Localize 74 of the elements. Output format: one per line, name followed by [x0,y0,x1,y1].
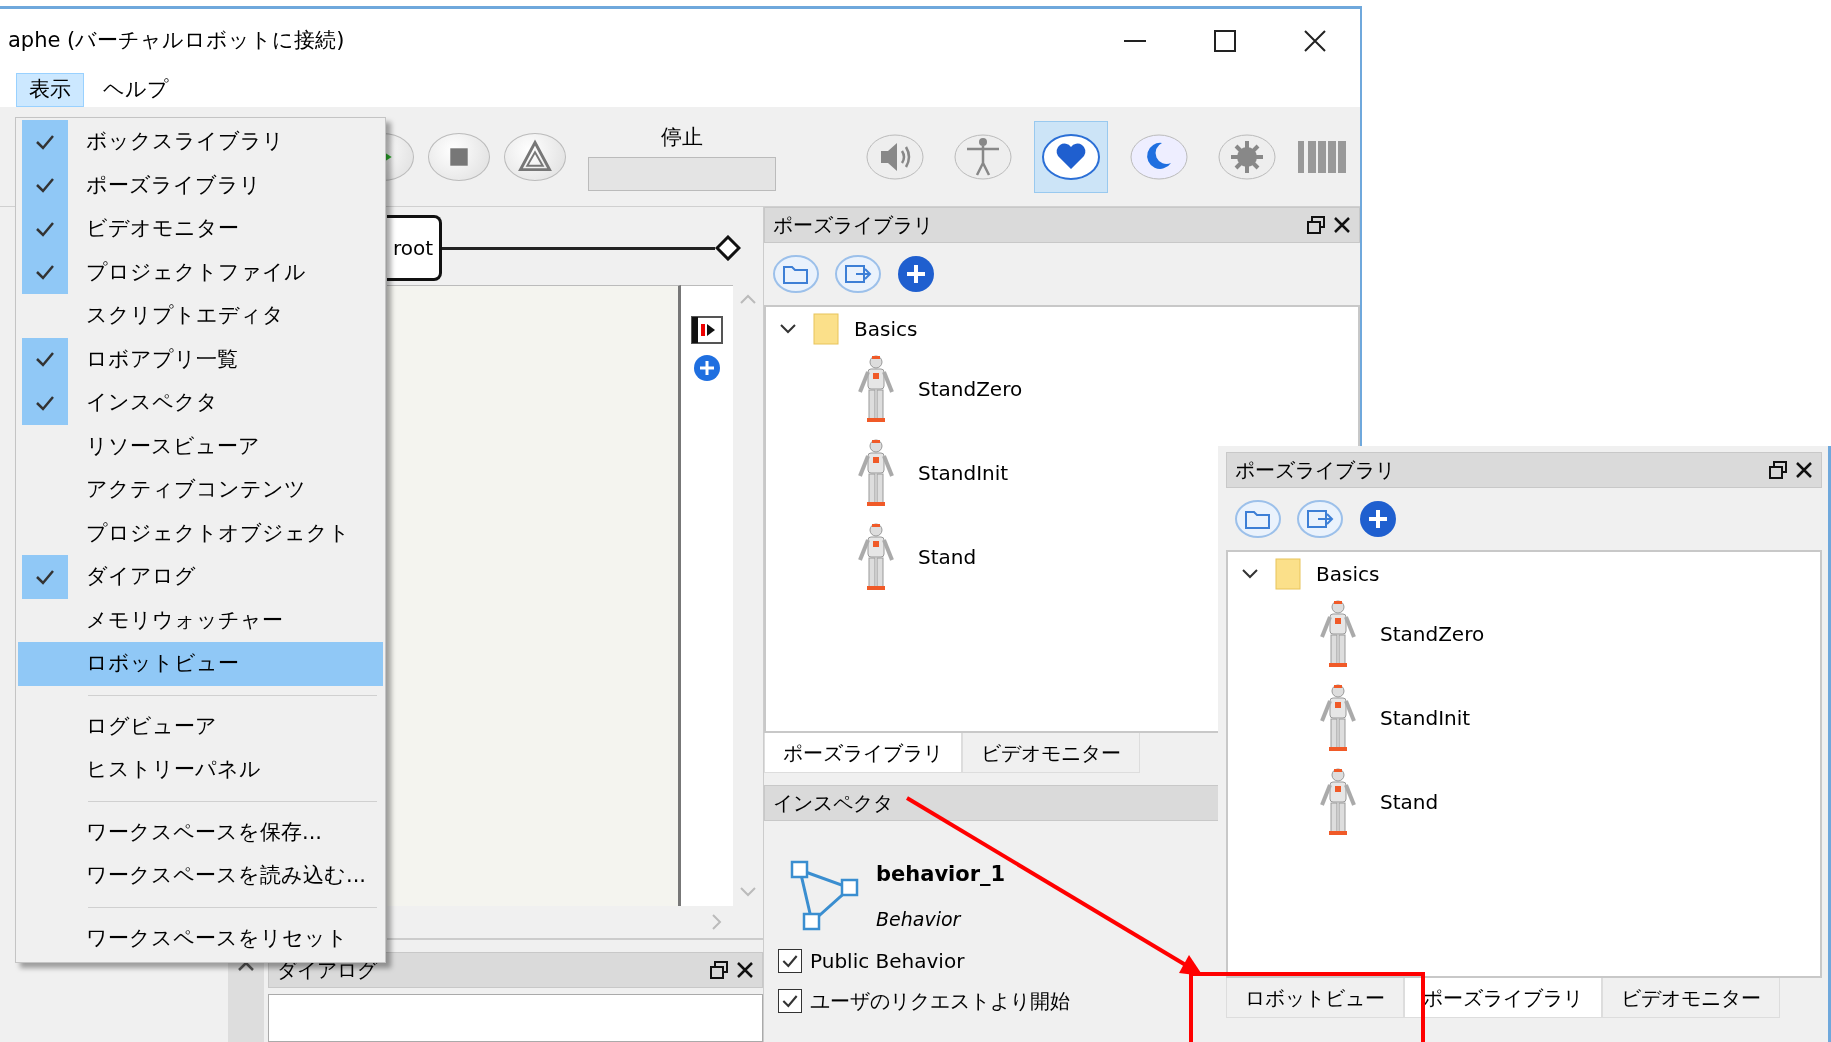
panel-title: ポーズライブラリ [1235,457,1396,484]
folder-icon[interactable] [772,254,820,294]
restore-icon[interactable] [1307,216,1325,234]
menu-item[interactable]: ビデオモニター [18,207,383,251]
robot-icon [856,354,896,424]
checkbox[interactable] [778,949,802,973]
folder-icon[interactable] [1234,499,1282,539]
menu-item[interactable]: ログビューア [18,704,383,748]
checkbox-label: ユーザのリクエストより開始 [810,988,1070,1015]
minimize-icon [1124,39,1146,43]
panel-title: インスペクタ [773,790,894,817]
export-icon[interactable] [834,254,882,294]
output-diamond-icon[interactable] [715,235,741,261]
behavior-type: Behavior [876,906,963,932]
robot-toggle-button[interactable] [1034,120,1108,193]
add-circle-icon[interactable] [1358,499,1398,539]
panel-tab[interactable]: ビデオモニター [962,733,1140,773]
menu-item[interactable]: メモリウォッチャー [18,598,383,642]
export-icon[interactable] [1296,499,1344,539]
menu-item[interactable]: プロジェクトファイル [18,250,383,294]
close-icon [1304,30,1326,52]
menu-item[interactable]: ワークスペースを保存... [18,810,383,854]
menu-item[interactable]: ワークスペースを読み込む... [18,854,383,898]
add-circle-icon[interactable] [693,354,721,382]
window-title: aphe (バーチャルロボットに接続) [8,27,345,55]
menu-item[interactable]: ダイアログ [18,555,383,599]
panel-tab[interactable]: ポーズライブラリ [1404,978,1602,1018]
menu-item[interactable]: ヒストリーパネル [18,748,383,792]
play-record-icon[interactable] [691,316,723,344]
menu-item[interactable]: ヘルプ [90,73,182,107]
robot-icon [1318,767,1358,837]
tree-item[interactable]: Stand [1380,787,1439,817]
folder-icon [812,312,840,346]
tree-item[interactable]: StandInit [918,458,1009,488]
menu-item[interactable]: アクティブコンテンツ [18,468,383,512]
checkbox-label: Public Behavior [810,948,965,975]
panel-tab[interactable]: ビデオモニター [1602,978,1780,1018]
add-circle-icon[interactable] [896,254,936,294]
restore-icon[interactable] [1769,461,1787,479]
menu-item[interactable]: 表示 [16,73,84,107]
menu-item[interactable]: ボックスライブラリ [18,120,383,164]
tree-item[interactable]: StandInit [1380,703,1471,733]
restore-icon[interactable] [710,961,728,979]
status-label: 停止 [661,123,703,151]
menu-item[interactable]: リソースビューア [18,424,383,468]
robot-icon [856,522,896,592]
robot-icon [856,438,896,508]
panel-tab[interactable]: ロボットビュー [1226,978,1404,1018]
behavior-name: behavior_1 [876,861,1006,888]
menu-item[interactable]: ワークスペースをリセット [18,916,383,960]
robot-icon [1318,683,1358,753]
tree-item[interactable]: Stand [918,542,977,572]
menu-item[interactable]: インスペクタ [18,381,383,425]
menu-item[interactable]: ロボアプリ一覧 [18,337,383,381]
close-icon[interactable] [736,961,754,979]
flow-node[interactable]: root [387,215,443,281]
tree-item[interactable]: StandZero [918,374,1023,404]
maximize-icon [1214,30,1236,52]
menu-item[interactable]: ロボットビュー [18,642,383,686]
panel-title: ポーズライブラリ [773,212,934,239]
tree-item[interactable]: StandZero [1380,619,1485,649]
behavior-diagram-icon [790,860,860,932]
robot-icon [1318,599,1358,669]
tree-item[interactable]: Basics [854,314,918,344]
checkbox[interactable] [778,989,802,1013]
folder-icon [1274,557,1302,591]
menu-item[interactable]: ポーズライブラリ [18,163,383,207]
close-icon[interactable] [1795,461,1813,479]
menu-item[interactable]: プロジェクトオブジェクト [18,511,383,555]
menu-item[interactable]: スクリプトエディタ [18,294,383,338]
close-icon[interactable] [1333,216,1351,234]
panel-tab[interactable]: ポーズライブラリ [764,733,962,773]
tree-item[interactable]: Basics [1316,559,1380,589]
scroll-up-icon[interactable] [237,960,255,972]
